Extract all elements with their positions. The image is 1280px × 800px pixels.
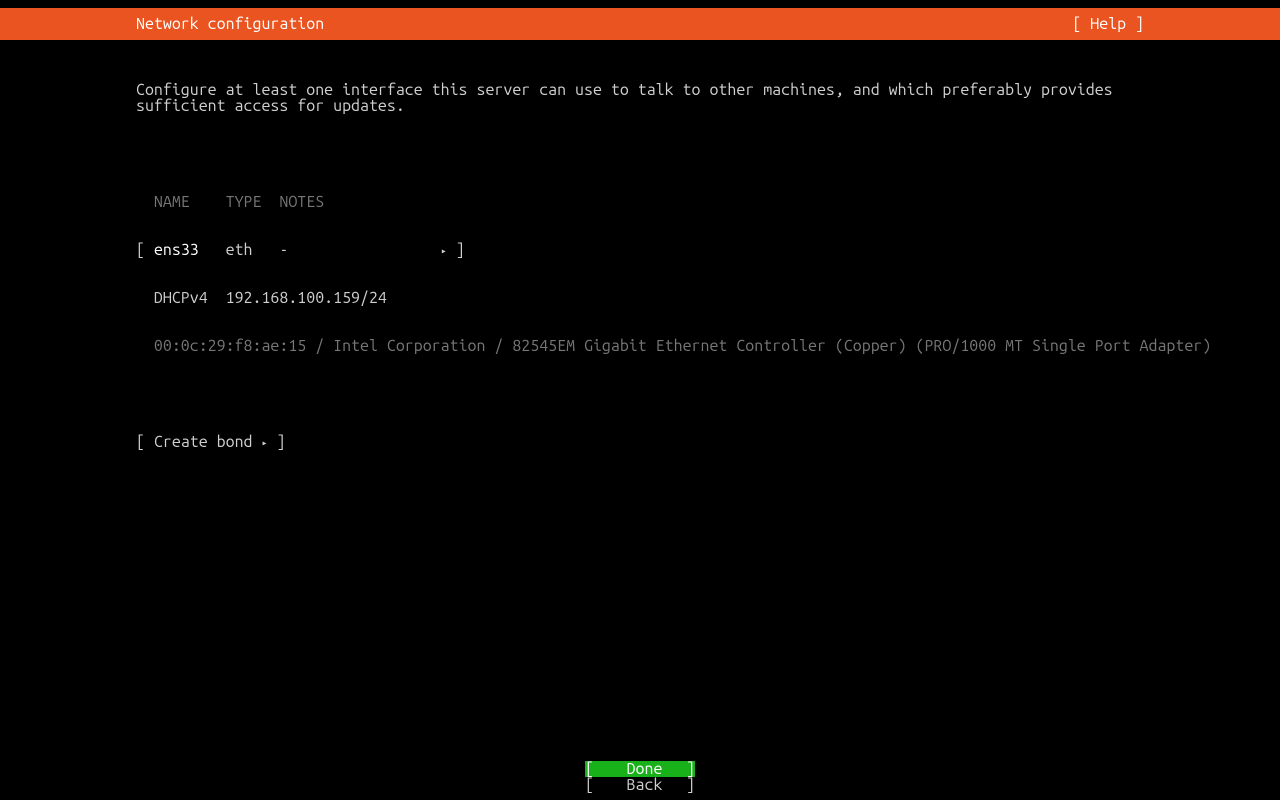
main-content: Configure at least one interface this se… <box>0 40 1280 466</box>
header-bar: Network configuration [ Help ] <box>0 8 1280 40</box>
chevron-right-icon: ▸ <box>261 437 267 448</box>
dhcp-address: 192.168.100.159/24 <box>226 289 387 307</box>
iface-notes: - <box>279 241 288 259</box>
iface-hw-info: 00:0c:29:f8:ae:15 / Intel Corporation / … <box>136 338 1144 354</box>
table-header-row: NAME TYPE NOTES <box>136 194 1144 210</box>
back-label: Back <box>627 776 663 794</box>
page-title: Network configuration <box>0 16 324 32</box>
iface-type: eth <box>226 241 253 259</box>
back-button[interactable]: [ Back] <box>585 777 695 793</box>
col-notes: NOTES <box>279 193 324 211</box>
footer-buttons: [ Done] [ Back] <box>0 761 1280 793</box>
done-button[interactable]: [ Done] <box>585 761 695 777</box>
create-bond-label: Create bond <box>154 433 253 451</box>
col-type: TYPE <box>226 193 262 211</box>
help-button[interactable]: [ Help ] <box>1072 16 1280 32</box>
instruction-text: Configure at least one interface this se… <box>136 82 1144 114</box>
dhcp-label: DHCPv4 <box>154 289 208 307</box>
interface-row[interactable]: [ ens33 eth - ▸ ] <box>136 242 1144 258</box>
col-name: NAME <box>154 193 190 211</box>
dhcp-row: DHCPv4 192.168.100.159/24 <box>136 290 1144 306</box>
create-bond-button[interactable]: [ Create bond ▸ ] <box>136 434 1144 450</box>
iface-name: ens33 <box>154 241 199 259</box>
chevron-right-icon: ▸ <box>441 245 447 256</box>
